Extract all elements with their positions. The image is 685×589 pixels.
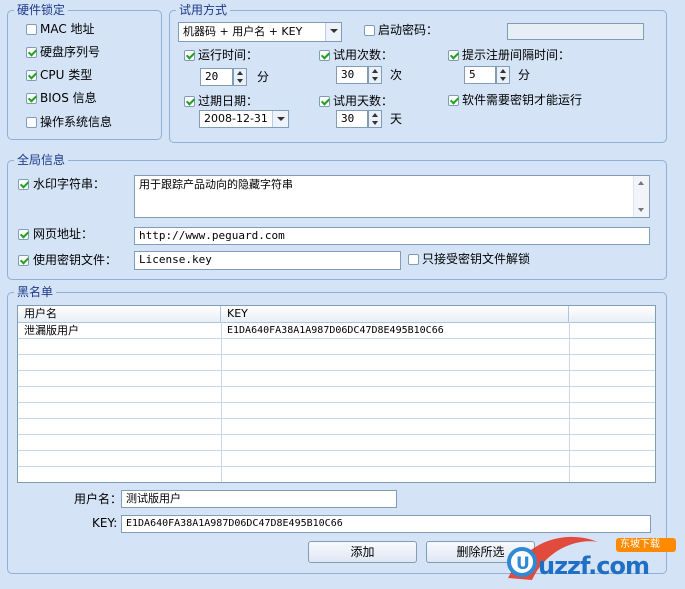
table-header: 用户名 KEY [18, 306, 655, 323]
empty-row [18, 371, 655, 387]
startup-password-checkbox[interactable] [364, 25, 375, 36]
watermark-scrollbar[interactable] [633, 176, 649, 217]
empty-row [18, 419, 655, 435]
calendar-dropdown-icon[interactable] [272, 111, 288, 127]
expiry-label: 过期日期： [198, 94, 259, 108]
watermark-label: 水印字符串： [33, 177, 106, 191]
bios-label: BIOS 信息 [40, 91, 97, 105]
logo-text: uzzf.com [538, 552, 650, 580]
global-info-title: 全局信息 [14, 153, 69, 167]
trial-days-checkbox[interactable] [319, 96, 330, 107]
reg-interval-label: 提示注册间隔时间： [462, 48, 571, 62]
run-time-input[interactable]: 20 [200, 68, 233, 86]
trial-days-unit: 天 [390, 112, 403, 126]
trial-count-label: 试用次数： [333, 48, 394, 62]
column-header-empty [569, 306, 655, 322]
trial-count-spinner[interactable] [368, 66, 382, 84]
empty-row [18, 339, 655, 355]
expiry-date-value: 2008-12-31 [204, 112, 268, 125]
empty-row [18, 403, 655, 419]
cpu-label: CPU 类型 [40, 68, 93, 82]
mac-label: MAC 地址 [40, 22, 95, 36]
trial-count-unit: 次 [390, 68, 403, 82]
keyfile-only-checkbox[interactable] [408, 254, 419, 265]
trial-days-spinner[interactable] [368, 110, 382, 128]
hardware-lock-title: 硬件锁定 [14, 3, 69, 17]
run-time-label: 运行时间： [198, 48, 259, 62]
scroll-down-icon[interactable] [638, 208, 644, 212]
keyfile-input[interactable]: License.key [134, 251, 401, 270]
os-checkbox[interactable] [26, 117, 37, 128]
run-time-unit: 分 [257, 70, 270, 84]
empty-row [18, 435, 655, 451]
expiry-date-picker[interactable]: 2008-12-31 [199, 110, 289, 128]
trial-mode-select-value: 机器码 + 用户名 + KEY [183, 25, 303, 38]
expiry-checkbox[interactable] [184, 96, 195, 107]
chevron-down-icon[interactable] [325, 23, 341, 41]
trial-days-label: 试用天数： [333, 94, 394, 108]
trial-count-checkbox[interactable] [319, 50, 330, 61]
url-checkbox[interactable] [18, 229, 29, 240]
username-input[interactable]: 测试版用户 [121, 490, 397, 508]
reg-interval-input[interactable]: 5 [464, 66, 496, 84]
scroll-up-icon[interactable] [638, 181, 644, 185]
uzzf-logo: U 东坡下载 uzzf.com [498, 528, 684, 586]
keyfile-only-label: 只接受密钥文件解锁 [422, 252, 531, 266]
add-button[interactable]: 添加 [308, 541, 417, 563]
mac-checkbox[interactable] [26, 24, 37, 35]
username-label: 用户名： [74, 492, 123, 506]
keyfile-label: 使用密钥文件： [33, 253, 118, 267]
key-label: KEY: [92, 516, 118, 530]
column-header-key[interactable]: KEY [221, 306, 569, 322]
watermark-text: 用于跟踪产品动向的隐藏字符串 [139, 178, 293, 191]
trial-mode-select[interactable]: 机器码 + 用户名 + KEY [178, 22, 342, 42]
row-username: 泄漏版用户 [24, 324, 79, 337]
url-label: 网页地址： [33, 227, 94, 241]
logo-badge: 东坡下载 [620, 539, 660, 550]
reg-interval-checkbox[interactable] [448, 50, 459, 61]
watermark-checkbox[interactable] [18, 179, 29, 190]
empty-row [18, 451, 655, 467]
column-header-username[interactable]: 用户名 [18, 306, 221, 322]
need-key-checkbox[interactable] [448, 95, 459, 106]
empty-row [18, 467, 655, 482]
empty-row [18, 355, 655, 371]
need-key-label: 软件需要密钥才能运行 [462, 93, 583, 107]
watermark-textarea[interactable]: 用于跟踪产品动向的隐藏字符串 [134, 175, 650, 218]
column-divider [221, 322, 222, 482]
reg-interval-unit: 分 [518, 68, 531, 82]
disk-serial-label: 硬盘序列号 [40, 45, 101, 59]
keyfile-checkbox[interactable] [18, 255, 29, 266]
startup-password-label: 启动密码： [378, 23, 439, 37]
table-row[interactable]: 泄漏版用户 E1DA640FA38A1A987D06DC47D8E495B10C… [18, 323, 655, 339]
bios-checkbox[interactable] [26, 93, 37, 104]
disk-serial-checkbox[interactable] [26, 47, 37, 58]
startup-password-input[interactable] [507, 23, 644, 40]
empty-row [18, 387, 655, 403]
os-label: 操作系统信息 [40, 115, 113, 129]
url-input[interactable]: http://www.peguard.com [134, 227, 650, 245]
svg-text:U: U [516, 554, 530, 574]
trial-days-input[interactable]: 30 [336, 110, 368, 128]
blacklist-title: 黑名单 [14, 285, 57, 299]
trial-count-input[interactable]: 30 [336, 66, 368, 84]
blacklist-table[interactable]: 用户名 KEY 泄漏版用户 E1DA640FA38A1A987D06DC47D8… [17, 305, 656, 483]
trial-mode-title: 试用方式 [176, 3, 231, 17]
row-key: E1DA640FA38A1A987D06DC47D8E495B10C66 [227, 325, 444, 336]
run-time-spinner[interactable] [233, 68, 247, 86]
cpu-checkbox[interactable] [26, 70, 37, 81]
reg-interval-spinner[interactable] [496, 66, 510, 84]
run-time-checkbox[interactable] [184, 50, 195, 61]
column-divider [569, 322, 570, 482]
